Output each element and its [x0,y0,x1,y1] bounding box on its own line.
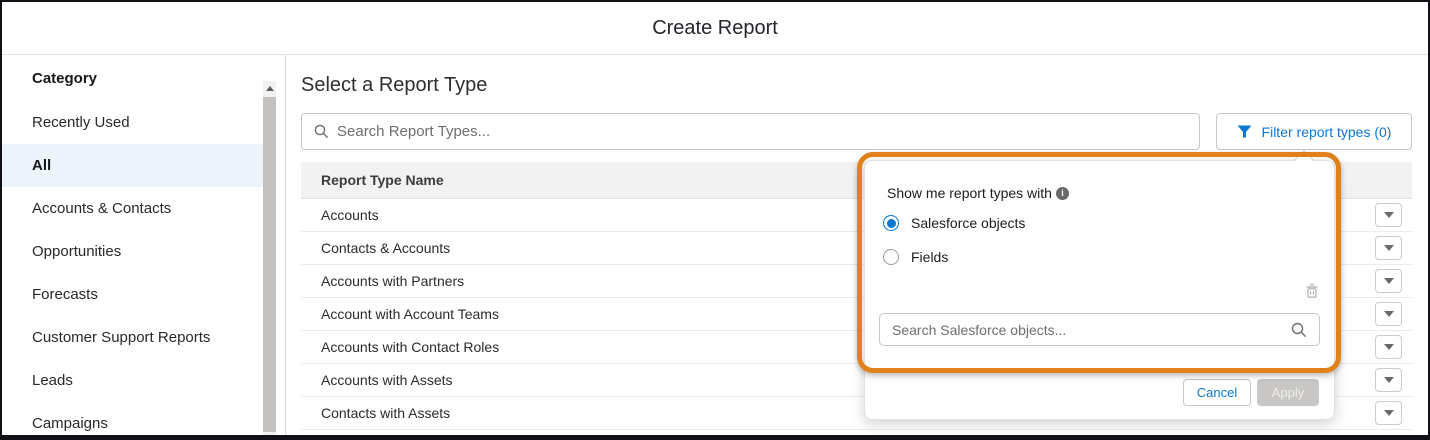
sidebar-item-opportunities[interactable]: Opportunities [2,230,264,273]
row-actions-button[interactable] [1375,236,1402,260]
search-report-types-input[interactable] [337,123,1187,140]
search-icon [1291,322,1307,338]
sidebar-item-forecasts[interactable]: Forecasts [2,273,264,316]
search-icon [314,124,329,139]
row-actions-button[interactable] [1375,269,1402,293]
row-actions-button[interactable] [1375,401,1402,425]
filter-popover: Show me report types with i Salesforce o… [864,160,1335,420]
scroll-up-button[interactable] [263,81,276,96]
chevron-down-icon [1384,377,1394,383]
modal-header: Create Report [2,2,1428,55]
apply-button[interactable]: Apply [1257,379,1319,406]
section-heading: Select a Report Type [301,73,1412,97]
filter-report-types-button[interactable]: Filter report types (0) [1216,113,1412,150]
row-actions-button[interactable] [1375,203,1402,227]
sidebar-item-leads[interactable]: Leads [2,359,264,402]
create-report-modal: Create Report Category Recently Used All… [0,0,1430,440]
row-actions-button[interactable] [1375,335,1402,359]
chevron-down-icon [1384,410,1394,416]
search-salesforce-objects-input[interactable] [892,322,1291,338]
chevron-down-icon [1384,344,1394,350]
column-header-report-type-name: Report Type Name [321,172,444,188]
filter-funnel-icon [1237,125,1252,138]
radio-unselected-icon[interactable] [883,249,899,265]
category-list: Recently Used All Accounts & Contacts Op… [2,101,285,435]
clear-filters-button[interactable] [1305,283,1319,298]
chevron-down-icon [1384,212,1394,218]
radio-label: Salesforce objects [911,215,1025,231]
radio-option-salesforce-objects[interactable]: Salesforce objects [883,215,1025,231]
popover-title: Show me report types with [887,185,1052,201]
popover-title-row: Show me report types with i [887,185,1069,201]
sidebar-item-customer-support[interactable]: Customer Support Reports [2,316,264,359]
sidebar-scrollbar[interactable] [263,81,276,435]
radio-label: Fields [911,249,948,265]
info-icon[interactable]: i [1056,187,1069,200]
row-actions-button[interactable] [1375,368,1402,392]
cancel-button[interactable]: Cancel [1183,379,1251,406]
radio-selected-icon[interactable] [883,215,899,231]
scroll-up-icon [266,86,274,91]
category-sidebar: Category Recently Used All Accounts & Co… [2,55,286,435]
sidebar-header: Category [2,55,285,91]
scrollbar-thumb[interactable] [263,97,276,432]
trash-icon [1305,283,1319,298]
chevron-down-icon [1384,245,1394,251]
radio-option-fields[interactable]: Fields [883,249,948,265]
sidebar-item-recently-used[interactable]: Recently Used [2,101,264,144]
row-actions-button[interactable] [1375,302,1402,326]
filter-button-label: Filter report types (0) [1262,124,1392,140]
sidebar-item-campaigns[interactable]: Campaigns [2,402,264,435]
sidebar-item-accounts-contacts[interactable]: Accounts & Contacts [2,187,264,230]
chevron-down-icon [1384,278,1394,284]
page-title: Create Report [652,17,778,40]
sidebar-item-all[interactable]: All [2,144,264,187]
salesforce-object-search[interactable] [879,313,1320,346]
chevron-down-icon [1384,311,1394,317]
report-type-search[interactable] [301,113,1200,150]
